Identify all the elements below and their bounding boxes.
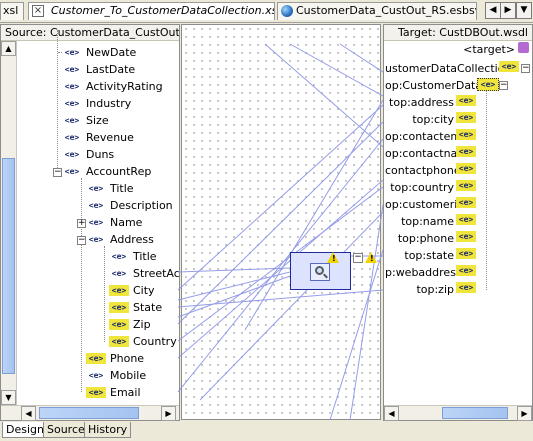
collapse-icon[interactable]: − [499, 81, 508, 90]
tab-source[interactable]: Source [43, 422, 89, 438]
node-label: top:state [404, 249, 454, 262]
element-icon: <e> [456, 282, 476, 293]
element-icon: <e> [456, 214, 476, 225]
scroll-left-button[interactable]: ◀ [384, 406, 399, 421]
element-icon: <e> [456, 163, 476, 174]
magnifier-icon [310, 263, 330, 281]
tree-node[interactable]: op:contactemail [385, 129, 474, 144]
element-icon: <e> [456, 180, 476, 191]
map-link [177, 138, 384, 393]
tree-node[interactable]: p:webaddress [385, 265, 462, 280]
element-icon: <e> [456, 197, 476, 208]
element-icon: <e> [456, 265, 476, 276]
tree-node[interactable]: top:state [385, 248, 454, 263]
node-label: top:country [390, 181, 454, 194]
tree-node[interactable]: contactphone [385, 163, 461, 178]
node-label: op:customerid [385, 198, 465, 211]
node-label: top:zip [416, 283, 454, 296]
node-label: contactphone [385, 164, 461, 177]
target-horizontal-scrollbar[interactable]: ◀ ▶ [384, 405, 532, 421]
node-label: top:city [412, 113, 454, 126]
schema-icon [518, 42, 529, 53]
tab-label: Design [6, 423, 44, 436]
element-icon: <e> [456, 248, 476, 259]
tree-node[interactable]: op:CustomerData [385, 78, 482, 93]
target-header: Target: CustDBOut.wsdl [384, 25, 532, 41]
node-label: top:address [389, 96, 454, 109]
tab-label: History [88, 423, 128, 436]
map-link [199, 211, 384, 401]
tab-design[interactable]: Design [2, 422, 48, 438]
map-link [177, 121, 384, 325]
collapse-icon[interactable]: − [521, 64, 530, 73]
tree-node[interactable]: top:city [385, 112, 454, 127]
node-label: ustomerDataCollection [385, 62, 512, 75]
tree-node[interactable]: top:name [385, 214, 454, 229]
tree-node[interactable]: top:country [385, 180, 454, 195]
scroll-thumb[interactable] [442, 407, 508, 419]
tab-history[interactable]: History [84, 422, 132, 438]
warning-mark: ! [332, 254, 336, 263]
map-link [264, 43, 384, 148]
node-label: p:webaddress [385, 266, 462, 279]
element-icon: <e> [477, 78, 499, 91]
node-label: top:phone [397, 232, 454, 245]
tree-node[interactable]: op:contactname [385, 146, 475, 161]
map-link [339, 43, 384, 73]
element-icon: <e> [499, 61, 519, 72]
node-label: top:name [401, 215, 454, 228]
tree-node[interactable]: top:phone [385, 231, 454, 246]
collapse-icon[interactable]: − [353, 253, 363, 263]
element-icon: <e> [456, 129, 476, 140]
element-icon: <e> [456, 112, 476, 123]
map-link [289, 43, 384, 97]
node-label: op:CustomerData [385, 79, 483, 92]
map-link [177, 179, 384, 359]
scroll-right-button[interactable]: ▶ [517, 406, 532, 421]
tree-line [486, 90, 487, 290]
map-link [349, 204, 384, 421]
tree-node[interactable]: top:address [385, 95, 454, 110]
tab-label: Source [47, 423, 85, 436]
tree-node[interactable]: op:customerid [385, 197, 464, 212]
element-icon: <e> [456, 231, 476, 242]
element-icon: <e> [456, 146, 476, 157]
element-icon: <e> [456, 95, 476, 106]
map-link [177, 271, 291, 301]
tree-node[interactable]: top:zip [385, 282, 454, 297]
lookup-function-box[interactable] [290, 252, 351, 290]
node-label: <target> [463, 43, 515, 56]
warning-mark: ! [370, 254, 374, 263]
tree-node[interactable]: ustomerDataCollection [385, 61, 511, 76]
tree-node[interactable]: <target> [385, 42, 515, 57]
